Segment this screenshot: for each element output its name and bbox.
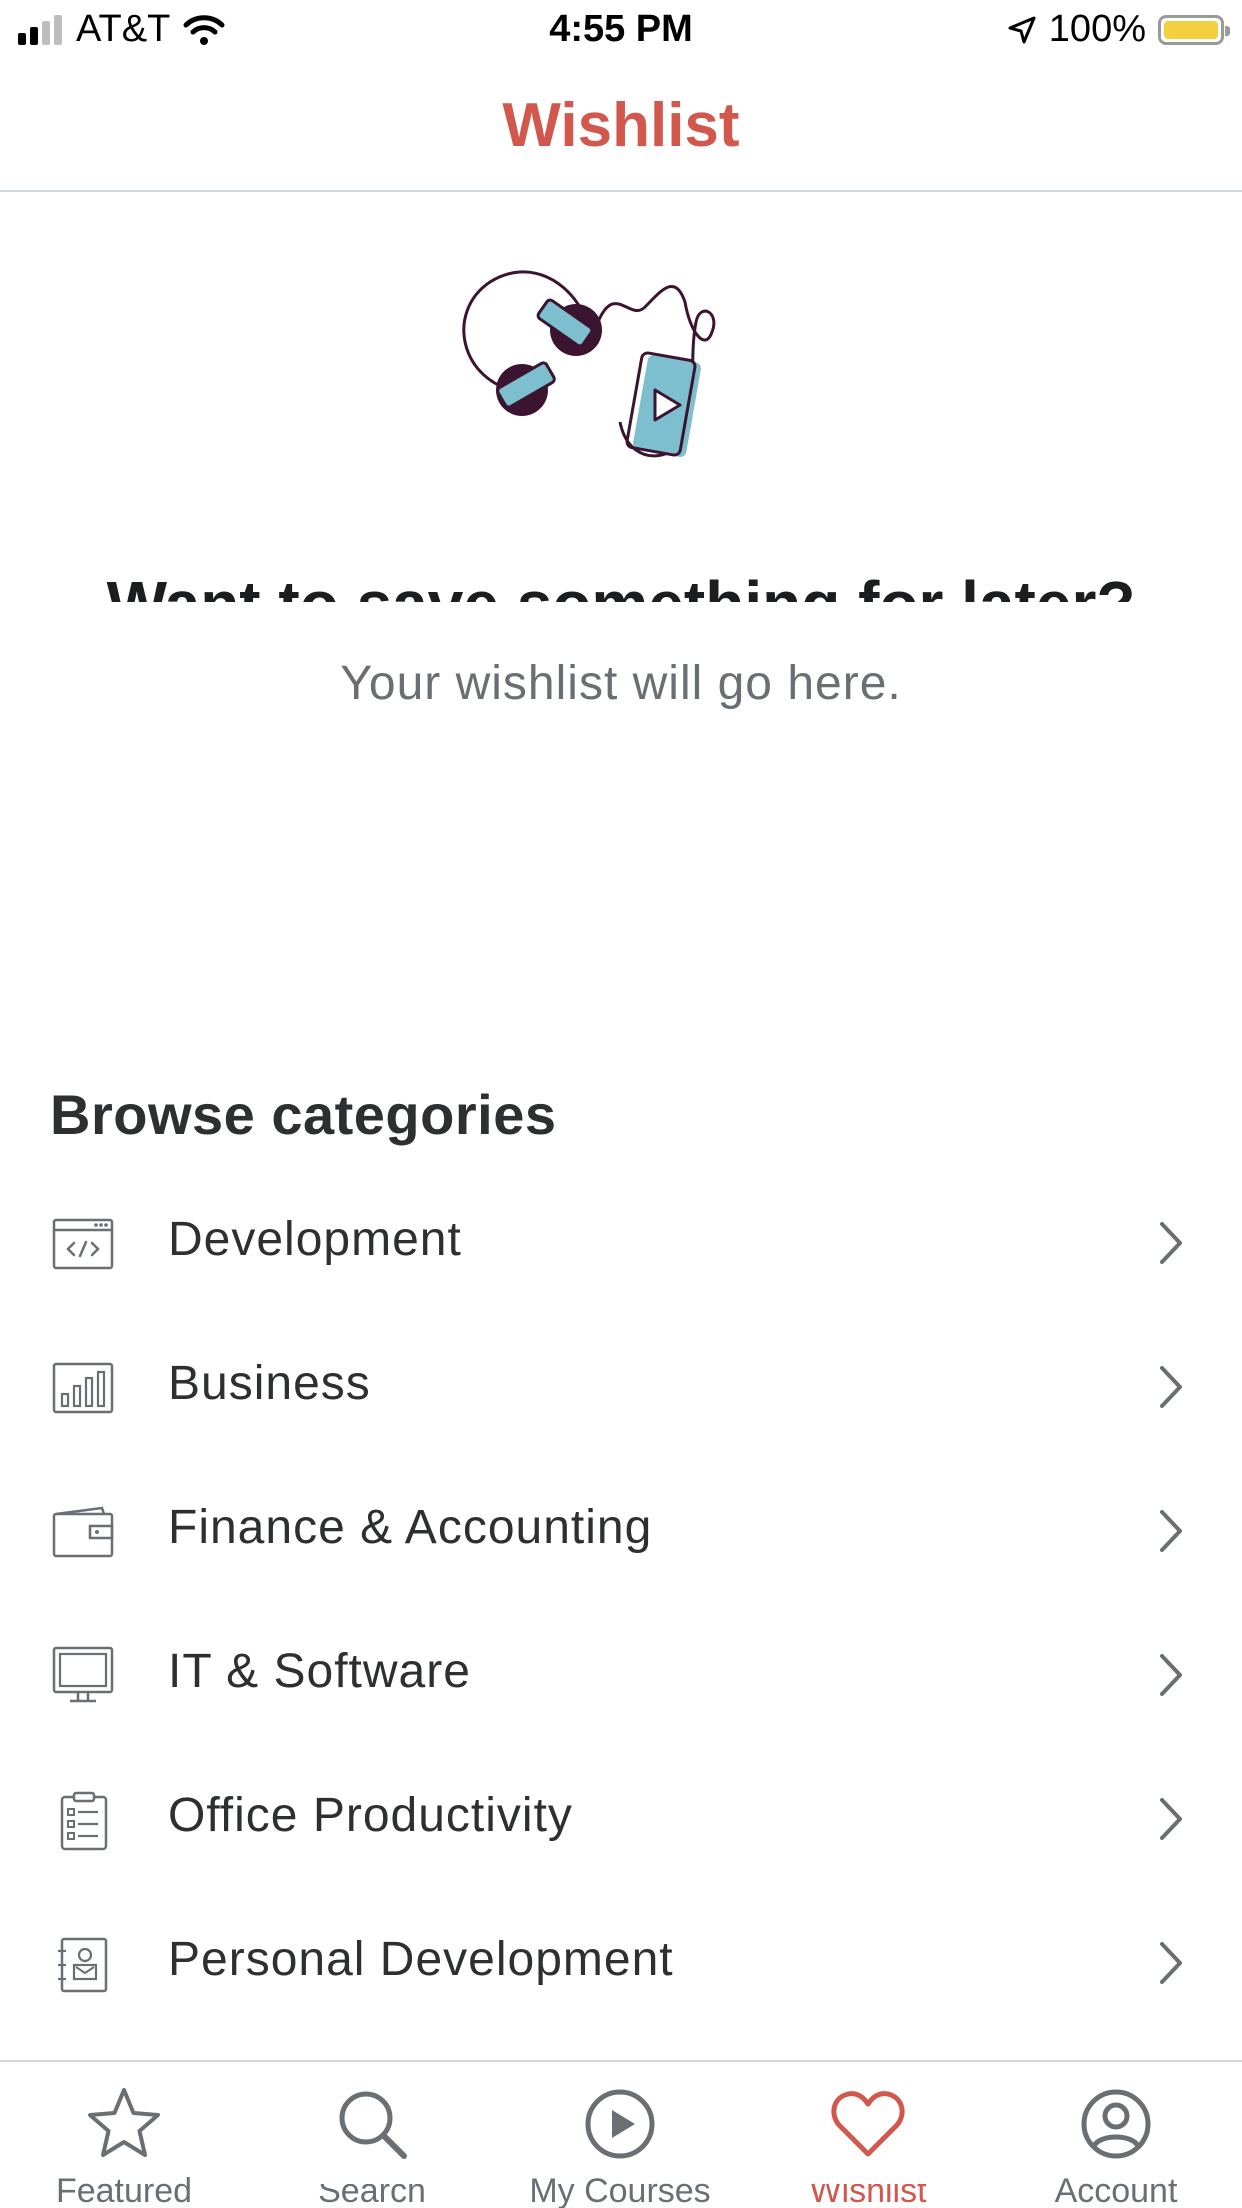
clipboard-list-icon [60,1791,108,1851]
tab-label: Search [318,2184,426,2206]
battery-percent: 100% [1048,8,1146,50]
account-icon [1081,2089,1151,2159]
browse-categories-title: Browse categories [50,1083,557,1146]
profile-book-icon [58,1937,108,1993]
category-label: IT & Software [168,1650,471,1690]
category-item-development[interactable]: Development [0,1172,1242,1316]
monitor-icon [52,1646,114,1703]
chevron-right-icon [1160,1366,1182,1408]
tab-bar: Featured Search My Courses Wishlist Acco… [0,2060,1242,2208]
nav-bar: Wishlist [0,62,1242,192]
tab-label: My Courses [529,2172,711,2208]
chevron-right-icon [1160,1654,1182,1696]
tab-wishlist[interactable]: Wishlist [744,2062,992,2208]
category-label: Personal Development [168,1933,674,1986]
play-circle-icon [585,2089,655,2159]
category-item-office-productivity[interactable]: Office Productivity [0,1748,1242,1892]
category-item-it-software[interactable]: IT & Software [0,1604,1242,1748]
code-window-icon [52,1218,114,1270]
tab-my-courses[interactable]: My Courses [496,2062,744,2208]
chevron-right-icon [1160,1510,1182,1552]
bar-chart-icon [52,1362,114,1414]
chevron-right-icon [1160,1942,1182,1984]
location-arrow-icon [1008,16,1036,43]
tab-featured[interactable]: Featured [0,2062,248,2208]
battery-icon [1158,14,1230,45]
tab-search[interactable]: Search [248,2062,496,2208]
category-label: Business [168,1357,371,1410]
tab-label: Wishlist [809,2184,927,2206]
star-icon [88,2088,160,2157]
category-list: Development Business Finance & Accountin… [0,1172,1242,2036]
wallet-icon [52,1506,114,1558]
tab-account[interactable]: Account [992,2062,1240,2208]
category-label: Development [168,1213,462,1266]
chevron-right-icon [1160,1798,1182,1840]
empty-state-subtitle: Your wishlist will go here. [340,657,902,710]
search-icon [339,2091,407,2159]
category-item-business[interactable]: Business [0,1316,1242,1460]
tab-label: Featured [55,2172,193,2208]
empty-state-headline: Want to save something for later? [0,566,1242,602]
status-right: 100% [1007,8,1230,51]
tab-label: Account [1054,2172,1178,2208]
headphones-phone-illustration [462,270,716,458]
category-item-personal-development[interactable]: Personal Development [0,1892,1242,2036]
page-title: Wishlist [502,91,740,160]
category-label: Office Productivity [168,1789,573,1842]
chevron-right-icon [1160,1222,1182,1264]
status-bar: AT&T 4:55 PM 100% [0,0,1242,62]
category-label: Finance & Accounting [168,1501,653,1554]
heart-icon [831,2091,905,2157]
category-item-finance-accounting[interactable]: Finance & Accounting [0,1460,1242,1604]
